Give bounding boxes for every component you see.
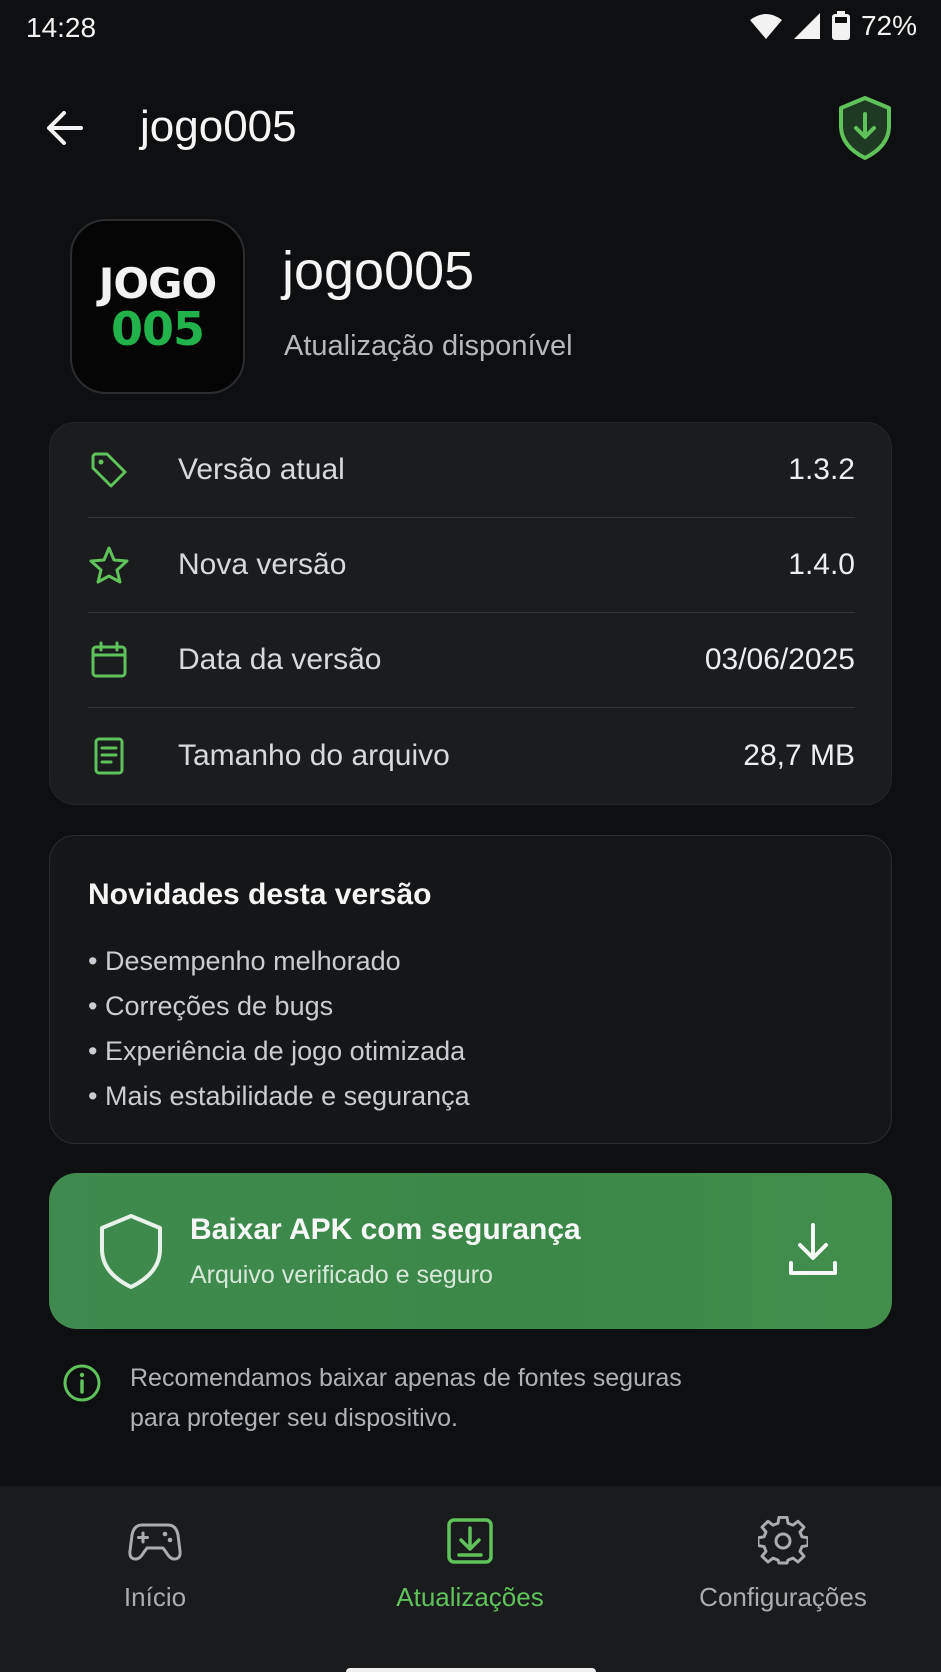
status-bar: 14:28 72%	[0, 0, 941, 56]
nav-item-atualizacoes[interactable]: Atualizações	[340, 1512, 600, 1622]
status-icons: 72%	[749, 10, 917, 42]
info-value: 03/06/2025	[704, 643, 855, 676]
battery-icon	[831, 11, 851, 41]
nav-label: Configurações	[699, 1582, 867, 1612]
update-status: Atualização disponível	[284, 330, 573, 362]
nav-label: Início	[123, 1582, 187, 1612]
app-logo: JOGO 005	[70, 219, 245, 394]
back-button[interactable]	[36, 104, 92, 152]
info-label: Data da versão	[178, 643, 382, 676]
security-notice-line: para proteger seu dispositivo.	[130, 1404, 458, 1432]
app-name: jogo005	[282, 241, 475, 301]
shield-download-icon	[839, 96, 891, 160]
release-notes-card: Novidades desta versão Desempenho melhor…	[49, 835, 892, 1144]
version-info-card: Versão atual 1.3.2 Nova versão 1.4.0 Dat…	[49, 422, 892, 805]
battery-percent: 72%	[860, 10, 917, 41]
page-title: jogo005	[140, 102, 297, 151]
info-label: Nova versão	[178, 548, 347, 581]
info-label: Tamanho do arquivo	[178, 738, 450, 772]
download-box-icon	[441, 1512, 499, 1570]
top-app-bar: jogo005	[0, 88, 941, 168]
home-indicator[interactable]	[346, 1668, 596, 1672]
info-icon	[63, 1364, 101, 1402]
download-apk-button[interactable]: Baixar APK com segurança Arquivo verific…	[49, 1173, 892, 1329]
bottom-navigation: Início Atualizações Configurações	[0, 1486, 941, 1672]
security-notice: Recomendamos baixar apenas de fontes seg…	[130, 1358, 830, 1438]
status-time: 14:28	[26, 12, 97, 43]
gear-icon	[754, 1512, 812, 1570]
nav-item-inicio[interactable]: Início	[25, 1512, 285, 1622]
app-logo-text-bottom: 005	[110, 301, 205, 356]
list-item: Experiência de jogo otimizada	[88, 1029, 470, 1074]
info-row-release-date: Data da versão 03/06/2025	[88, 613, 855, 708]
info-row-new-version: Nova versão 1.4.0	[88, 518, 855, 613]
wifi-icon	[749, 12, 783, 40]
security-notice-line: Recomendamos baixar apenas de fontes seg…	[130, 1364, 682, 1392]
list-item: Correções de bugs	[88, 984, 470, 1029]
download-icon	[789, 1223, 837, 1275]
info-label: Versão atual	[178, 453, 345, 486]
gamepad-icon	[126, 1512, 184, 1570]
info-value: 1.3.2	[788, 453, 855, 486]
arrow-left-icon	[47, 111, 83, 145]
list-item: Desempenho melhorado	[88, 939, 470, 984]
nav-label: Atualizações	[396, 1582, 544, 1612]
download-button-title: Baixar APK com segurança	[190, 1213, 581, 1246]
info-row-current-version: Versão atual 1.3.2	[88, 423, 855, 518]
info-row-file-size: Tamanho do arquivo 28,7 MB	[88, 708, 855, 803]
release-notes-list: Desempenho melhorado Correções de bugs E…	[88, 939, 470, 1119]
nav-item-configuracoes[interactable]: Configurações	[653, 1512, 913, 1622]
info-value: 28,7 MB	[743, 738, 855, 772]
signal-icon	[793, 12, 821, 40]
list-item: Mais estabilidade e segurança	[88, 1074, 470, 1119]
app-screen: 14:28 72% jogo005 JOGO 005 jogo005 Atual…	[0, 0, 941, 1672]
info-value: 1.4.0	[788, 548, 855, 581]
star-icon	[88, 544, 130, 586]
secure-download-button[interactable]	[833, 94, 897, 162]
tag-icon	[88, 449, 130, 491]
document-icon	[88, 735, 130, 777]
release-notes-title: Novidades desta versão	[88, 878, 432, 911]
calendar-icon	[88, 639, 130, 681]
download-button-subtitle: Arquivo verificado e seguro	[190, 1261, 493, 1289]
shield-icon	[100, 1214, 162, 1289]
app-logo-text-top: JOGO	[98, 258, 218, 308]
